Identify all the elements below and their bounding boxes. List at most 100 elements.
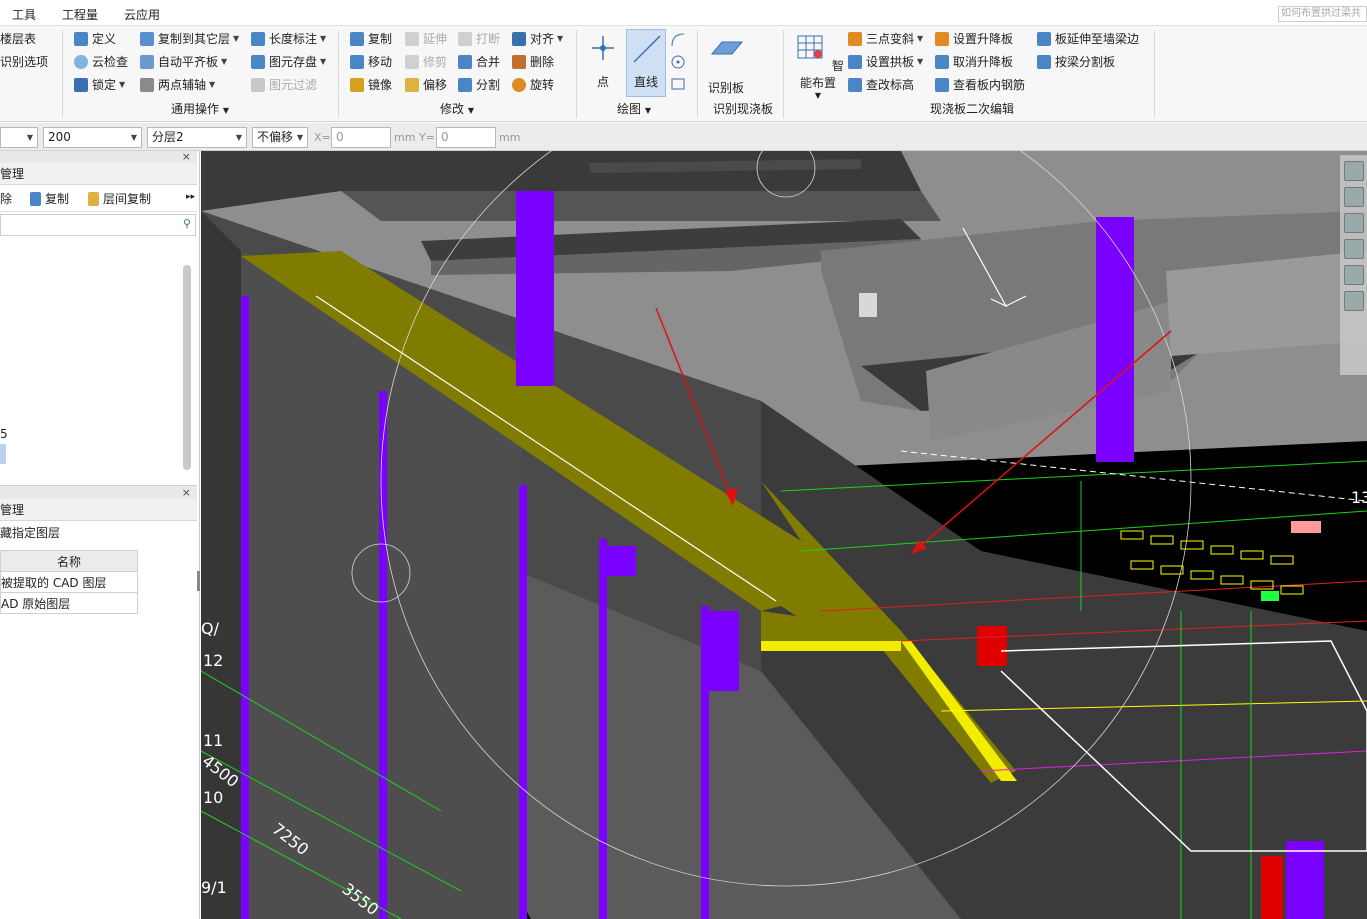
floor-table-button[interactable]: 楼层表 [0, 30, 36, 48]
auto-flush-slab-button[interactable]: 自动平齐板 ▼ [140, 53, 227, 71]
dropdown-arrow-icon: ▼ [235, 133, 242, 142]
cloud-check-button[interactable]: 云检查 [74, 53, 128, 71]
extend-icon [405, 32, 419, 46]
y-unit-label: mm [499, 131, 521, 144]
aux-axis-icon [140, 78, 154, 92]
delete-component-button[interactable]: 除 [0, 190, 12, 208]
grid-view-icon[interactable] [1344, 291, 1364, 311]
view-toolbar [1340, 155, 1367, 375]
menu-tools[interactable]: 工具 [12, 6, 36, 23]
merge-button[interactable]: 合并 [458, 53, 500, 71]
copy-icon [350, 32, 364, 46]
element-save-button[interactable]: 图元存盘 ▼ [251, 53, 326, 71]
2d-view-icon[interactable] [1344, 187, 1364, 207]
tree-scrollbar[interactable] [183, 265, 191, 470]
menu-cloud[interactable]: 云应用 [124, 6, 160, 23]
component-select[interactable]: ▼ [0, 127, 38, 148]
help-search-input[interactable]: 如何布置拱过梁共 [1278, 6, 1367, 22]
extend-slab-to-wall-beam-button[interactable]: 板延伸至墙梁边 [1037, 30, 1139, 48]
lock-icon [74, 78, 88, 92]
modify-group-label[interactable]: 修改 ▼ [440, 100, 474, 117]
circle-icon[interactable] [670, 54, 686, 70]
recognize-group-label: 识别现浇板 [713, 102, 774, 116]
split-button[interactable]: 分割 [458, 76, 500, 94]
ribbon-divider [697, 30, 698, 118]
y-offset-input[interactable]: 0 [436, 127, 496, 148]
recognize-slab-button[interactable]: 识别板 [704, 36, 748, 96]
axis-label: 9/1 [201, 878, 227, 897]
smart-layout-button[interactable]: 智能布置 ▼ [792, 30, 844, 100]
trim-button[interactable]: 修剪 [405, 53, 447, 71]
slope-icon [848, 32, 862, 46]
mirror-button[interactable]: 镜像 [350, 76, 392, 94]
flush-slab-icon [140, 55, 154, 69]
floor-copy-icon [88, 192, 99, 206]
move-button[interactable]: 移动 [350, 53, 392, 71]
dropdown-arrow-icon: ▼ [320, 57, 327, 66]
cancel-raise-icon [935, 55, 949, 69]
delete-button[interactable]: 删除 [512, 53, 554, 71]
move-icon [350, 55, 364, 69]
line-draw-button[interactable]: 直线 [626, 29, 666, 97]
align-icon [512, 32, 526, 46]
arch-slab-icon [848, 55, 862, 69]
3d-view-icon[interactable] [1344, 213, 1364, 233]
general-ops-group-label[interactable]: 通用操作 ▼ [171, 100, 229, 117]
offset-select[interactable]: 不偏移 ▼ [252, 127, 308, 148]
lock-button[interactable]: 锁定 ▼ [74, 76, 125, 94]
three-point-slope-button[interactable]: 三点变斜 ▼ [848, 30, 923, 48]
table-row[interactable]: 被提取的 CAD 图层 [0, 571, 138, 593]
split-by-beam-button[interactable]: 按梁分割板 [1037, 53, 1115, 71]
dropdown-arrow-icon: ▼ [26, 133, 33, 142]
rotate-button[interactable]: 旋转 [512, 76, 554, 94]
recognize-options-button[interactable]: 识别选项 [0, 53, 48, 71]
panel-top-strip: × [0, 150, 197, 163]
length-dimension-button[interactable]: 长度标注 ▼ [251, 30, 326, 48]
3d-viewport[interactable]: Q/ 12 11 4500 10 7250 9/1 3550 13 [201, 151, 1367, 919]
point-draw-button[interactable]: 点 [588, 30, 618, 90]
offset-button[interactable]: 偏移 [405, 76, 447, 94]
rotate-view-icon[interactable] [1344, 265, 1364, 285]
cancel-raise-lower-slab-button[interactable]: 取消升降板 [935, 53, 1013, 71]
table-row[interactable]: AD 原始图层 [0, 592, 138, 614]
point-icon [592, 36, 614, 60]
rectangle-icon[interactable] [670, 76, 686, 92]
axis-label: Q/ [201, 619, 220, 638]
panel-collapse-handle[interactable] [197, 571, 200, 591]
dropdown-arrow-icon: ▼ [917, 57, 924, 66]
orbit-icon[interactable] [1344, 161, 1364, 181]
define-button[interactable]: 定义 [74, 30, 116, 48]
set-arch-slab-button[interactable]: 设置拱板 ▼ [848, 53, 923, 71]
sublayer-select[interactable]: 分层2 ▼ [147, 127, 247, 148]
tree-selected-item[interactable] [0, 444, 6, 464]
hide-layer-option[interactable]: 藏指定图层 [0, 524, 60, 541]
component-search-input[interactable]: ⚲ [0, 214, 196, 236]
recognize-slab-icon [710, 41, 744, 55]
set-raise-lower-slab-button[interactable]: 设置升降板 [935, 30, 1013, 48]
arc-icon[interactable] [670, 32, 686, 48]
tree-item-text[interactable]: 5 [0, 427, 8, 441]
change-elevation-button[interactable]: 查改标高 [848, 76, 914, 94]
ribbon-divider [62, 30, 63, 118]
mirror-icon [350, 78, 364, 92]
extend-button[interactable]: 延伸 [405, 30, 447, 48]
dropdown-arrow-icon: ▼ [119, 80, 126, 89]
more-icon[interactable]: ▸▸ [186, 192, 195, 202]
close-icon[interactable]: × [182, 486, 191, 499]
menu-quantity[interactable]: 工程量 [62, 6, 98, 23]
align-button[interactable]: 对齐 ▼ [512, 30, 563, 48]
close-icon[interactable]: × [182, 150, 191, 163]
y-label: Y= [419, 131, 435, 144]
top-view-icon[interactable] [1344, 239, 1364, 259]
thickness-select[interactable]: 200 ▼ [43, 127, 142, 148]
view-slab-rebar-button[interactable]: 查看板内钢筋 [935, 76, 1025, 94]
draw-group-label[interactable]: 绘图 ▼ [617, 100, 651, 117]
copy-to-other-layer-button[interactable]: 复制到其它层 ▼ [140, 30, 239, 48]
element-filter-button[interactable]: 图元过滤 [251, 76, 317, 94]
copy-button[interactable]: 复制 [350, 30, 392, 48]
x-offset-input[interactable]: 0 [331, 127, 391, 148]
floor-copy-button[interactable]: 层间复制 [88, 190, 151, 208]
copy-component-button[interactable]: 复制 [30, 190, 69, 208]
two-point-aux-axis-button[interactable]: 两点辅轴 ▼ [140, 76, 215, 94]
break-button[interactable]: 打断 [458, 30, 500, 48]
